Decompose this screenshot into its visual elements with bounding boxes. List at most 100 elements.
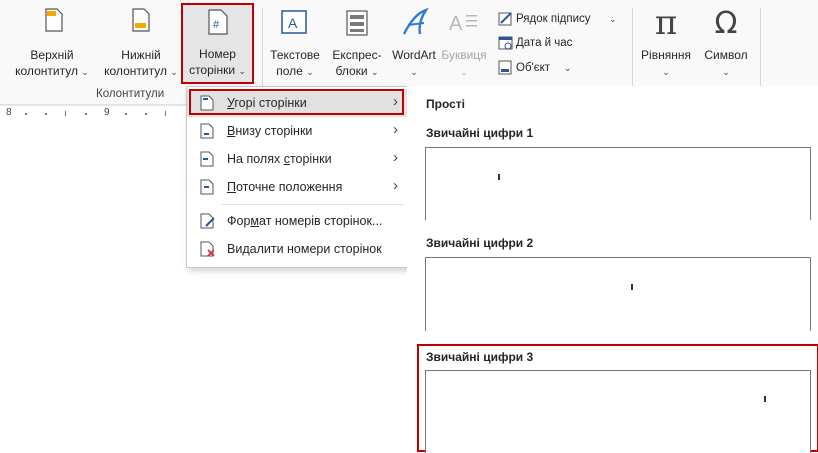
page-bottom-icon (200, 123, 214, 139)
page-top-icon (200, 95, 214, 111)
page-number-button[interactable]: # Номер сторінки ⌄ (181, 3, 254, 84)
text-box-icon: A (281, 10, 307, 34)
ruler-tick (25, 113, 27, 115)
calendar-icon (498, 36, 513, 50)
footer-label-1: Нижній (121, 48, 161, 62)
text-box-label-1: Текстове (270, 48, 320, 62)
signature-line-button[interactable]: Рядок підпису ⌄ (493, 10, 623, 30)
chevron-down-icon: ⌄ (410, 67, 418, 77)
menu-item-remove-page-numbers[interactable]: Видалити номери сторінок (187, 235, 408, 263)
chevron-down-icon: ⌄ (460, 67, 468, 77)
ruler-tick (45, 113, 47, 115)
wordart-icon (402, 8, 429, 35)
svg-text:A: A (449, 13, 463, 34)
menu-item-current-position[interactable]: Поточне положення › (187, 173, 408, 201)
equation-label: Рівняння (641, 48, 691, 62)
svg-text:#: # (213, 19, 220, 31)
drop-cap-button[interactable]: A Буквиця ⌄ (440, 4, 488, 84)
object-icon (498, 60, 512, 75)
drop-cap-icon: A (449, 13, 477, 34)
menu-item-page-margins[interactable]: На полях сторінки › (187, 145, 408, 173)
menu-item-bottom-of-page[interactable]: Внизу сторінки › (187, 117, 408, 145)
date-time-button[interactable]: Дата й час (493, 34, 603, 54)
menu-separator (221, 204, 404, 205)
menu-item-format-page-numbers[interactable]: Формат номерів сторінок... (187, 207, 408, 235)
page-thumbnail (425, 147, 811, 220)
quick-parts-button[interactable]: Експрес- блоки ⌄ (326, 4, 388, 84)
gallery-item-plain-number-3[interactable]: Звичайні цифри 3 (417, 344, 818, 453)
ruler-tick (85, 113, 87, 115)
header-label-2: колонтитул (15, 64, 78, 78)
gallery-item-plain-number-1[interactable]: Звичайні цифри 1 (417, 122, 817, 222)
page-number-marker (631, 284, 633, 290)
ruler-tick (145, 113, 147, 115)
remove-page-numbers-icon (200, 241, 215, 257)
footer-button[interactable]: Нижній колонтитул ⌄ (100, 4, 182, 84)
gallery-item-title: Звичайні цифри 3 (426, 350, 534, 364)
footer-label-2: колонтитул (104, 64, 167, 78)
gallery-section-title: Прості (426, 97, 466, 111)
menu-item-label: Поточне положення (227, 180, 343, 194)
group-separator (632, 8, 633, 96)
group-separator (262, 8, 263, 96)
text-box-button[interactable]: A Текстове поле ⌄ (264, 4, 326, 84)
chevron-down-icon: ⌄ (722, 67, 730, 77)
chevron-right-icon: › (393, 93, 398, 110)
date-time-label: Дата й час (516, 37, 573, 49)
svg-text:A: A (288, 15, 298, 31)
format-page-numbers-icon (200, 213, 215, 229)
signature-line-icon (498, 12, 512, 26)
ruler-tick (65, 111, 66, 116)
chevron-right-icon: › (393, 121, 398, 138)
wordart-label: WordArt (392, 48, 436, 62)
gallery-item-plain-number-2[interactable]: Звичайні цифри 2 (417, 232, 817, 332)
menu-item-label: Угорі сторінки (227, 96, 307, 110)
ruler-mark: 9 (104, 107, 110, 118)
page-number-marker (498, 174, 500, 180)
equation-button[interactable]: π Рівняння ⌄ (636, 4, 696, 84)
header-icon (45, 8, 63, 32)
ruler-line (0, 105, 190, 106)
menu-item-label: Видалити номери сторінок (227, 242, 382, 256)
header-button[interactable]: Верхній колонтитул ⌄ (6, 4, 98, 84)
footer-icon (132, 8, 150, 32)
quick-parts-label-1: Експрес- (332, 48, 382, 62)
menu-item-label: Формат номерів сторінок... (227, 214, 383, 228)
signature-line-label: Рядок підпису (516, 13, 591, 25)
ruler: 8 9 (0, 105, 190, 127)
object-label: Об'єкт (516, 62, 551, 74)
gallery-item-title: Звичайні цифри 2 (426, 236, 534, 250)
chevron-down-icon: ⌄ (170, 67, 178, 77)
chevron-down-icon: ⌄ (81, 67, 89, 77)
gallery-item-title: Звичайні цифри 1 (426, 126, 534, 140)
object-button[interactable]: Об'єкт ⌄ (493, 58, 603, 78)
ruler-tick (125, 113, 127, 115)
drop-cap-label: Буквиця (441, 48, 487, 62)
chevron-down-icon: ⌄ (564, 63, 572, 73)
page-number-gallery: Прості Звичайні цифри 1 Звичайні цифри 2… (407, 86, 818, 453)
quick-parts-label-2: блоки (335, 64, 368, 78)
page-current-icon (200, 179, 214, 195)
menu-item-label: Внизу сторінки (227, 124, 313, 138)
wordart-button[interactable]: WordArt ⌄ (388, 4, 440, 84)
page-number-menu: Угорі сторінки › Внизу сторінки › На пол… (186, 86, 409, 268)
page-margin-icon (200, 151, 214, 167)
ruler-mark: 8 (6, 107, 12, 118)
chevron-down-icon: ⌄ (609, 14, 617, 24)
symbol-button[interactable]: Ω Символ ⌄ (696, 4, 756, 84)
chevron-down-icon: ⌄ (306, 67, 314, 77)
pi-icon: π (654, 3, 678, 43)
page-thumbnail (425, 370, 811, 453)
header-label-1: Верхній (30, 48, 74, 62)
chevron-right-icon: › (393, 149, 398, 166)
page-thumbnail (425, 257, 811, 331)
group-separator (760, 8, 761, 96)
text-box-label-2: поле (276, 64, 303, 78)
page-number-marker (764, 396, 766, 402)
quick-parts-icon (346, 10, 368, 36)
chevron-right-icon: › (393, 177, 398, 194)
menu-item-top-of-page[interactable]: Угорі сторінки › (187, 89, 408, 117)
omega-icon: Ω (714, 6, 738, 41)
chevron-down-icon: ⌄ (370, 67, 379, 77)
page-number-label-1: Номер (199, 47, 236, 61)
